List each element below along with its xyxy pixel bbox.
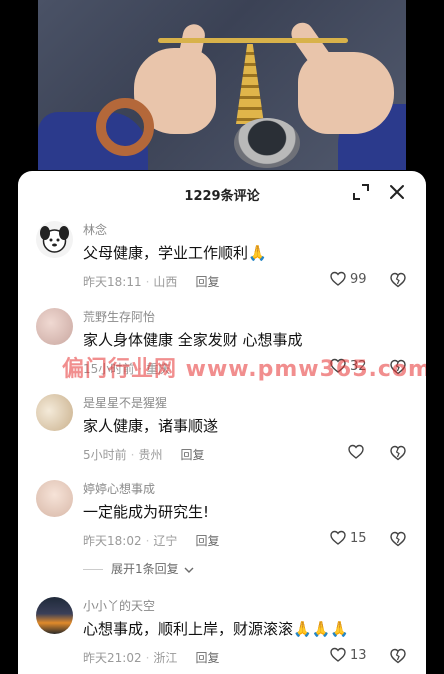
commenter-name[interactable]: 小小丫的天空 bbox=[83, 597, 155, 614]
pray-emoji-icon: 🙏🙏🙏 bbox=[293, 620, 350, 638]
avatar[interactable] bbox=[36, 308, 73, 345]
expand-icon[interactable] bbox=[352, 183, 370, 201]
chevron-down-icon bbox=[184, 567, 194, 573]
broken-heart-icon[interactable] bbox=[389, 530, 407, 548]
video-finger-right bbox=[287, 18, 335, 74]
comment-location: 浙江 bbox=[153, 651, 178, 665]
commenter-name[interactable]: 婷婷心想事成 bbox=[83, 480, 155, 497]
like-count: 15 bbox=[350, 531, 367, 546]
comment-text: 家人身体健康 全家发财 心想事成 bbox=[83, 329, 303, 350]
heart-icon bbox=[330, 647, 346, 662]
comment-time: 昨天18:11 bbox=[83, 275, 142, 289]
video-frame bbox=[38, 0, 406, 170]
comment-sheet-header: 1229条评论 bbox=[18, 171, 426, 215]
commenter-name[interactable]: 林念 bbox=[83, 221, 107, 238]
comment-location: 辽宁 bbox=[153, 534, 178, 548]
comment-time: 昨天21:02 bbox=[83, 651, 142, 665]
comment-text: 心想事成，顺利上岸，财源滚滚🙏🙏🙏 bbox=[83, 618, 349, 639]
like-button[interactable]: 15 bbox=[330, 530, 380, 548]
reply-button[interactable]: 回复 bbox=[195, 275, 219, 289]
heart-icon bbox=[330, 271, 346, 286]
video-bracelet bbox=[96, 98, 154, 156]
video-stick bbox=[158, 38, 348, 43]
reply-button[interactable]: 回复 bbox=[195, 651, 219, 665]
comment-meta: 5小时前 · 贵州 回复 bbox=[83, 448, 205, 462]
broken-heart-icon[interactable] bbox=[389, 444, 407, 462]
comment-text-body: 家人健康，诸事顺遂 bbox=[83, 417, 219, 435]
commenter-name[interactable]: 荒野生存阿怡 bbox=[83, 308, 155, 325]
comment-location: 山西 bbox=[153, 275, 178, 289]
broken-heart-icon[interactable] bbox=[389, 271, 407, 289]
commenter-name[interactable]: 是星星不是猩猩 bbox=[83, 394, 167, 411]
comment-text-body: 心想事成，顺利上岸，财源滚滚 bbox=[83, 620, 294, 638]
heart-icon bbox=[348, 444, 364, 459]
comment-sheet: 1229条评论 林念 父母健康，学业工作顺利🙏 昨天18:11·山西回复 bbox=[18, 171, 426, 674]
like-count: 13 bbox=[350, 648, 367, 663]
comment-text-body: 父母健康，学业工作顺利 bbox=[83, 244, 249, 262]
video-pagoda bbox=[236, 44, 264, 124]
comment-text: 父母健康，学业工作顺利🙏 bbox=[83, 242, 267, 263]
expand-replies-button[interactable]: 展开1条回复 bbox=[83, 560, 194, 577]
expand-replies-label: 展开1条回复 bbox=[111, 562, 179, 576]
video-bowl bbox=[234, 118, 300, 168]
video-player[interactable] bbox=[0, 0, 444, 185]
comment-meta: 昨天21:02 · 浙江 回复 bbox=[83, 651, 220, 665]
comment-time: 昨天18:02 bbox=[83, 534, 142, 548]
comment-text-body: 一定能成为研究生! bbox=[83, 503, 210, 521]
comment-text-body: 家人身体健康 全家发财 心想事成 bbox=[83, 331, 303, 349]
comment-location: 贵州 bbox=[138, 448, 163, 462]
reply-button[interactable]: 回复 bbox=[180, 448, 204, 462]
comment-time: 5小时前 bbox=[83, 448, 127, 462]
avatar[interactable] bbox=[36, 221, 73, 258]
like-count: 99 bbox=[350, 272, 367, 287]
avatar[interactable] bbox=[36, 480, 73, 517]
heart-icon bbox=[330, 530, 346, 545]
expand-replies-divider bbox=[83, 569, 103, 570]
comment-text: 一定能成为研究生! bbox=[83, 501, 209, 522]
comment-meta: 昨天18:02 · 辽宁 回复 bbox=[83, 534, 220, 548]
avatar[interactable] bbox=[36, 394, 73, 431]
close-icon[interactable] bbox=[388, 183, 406, 201]
comment-text: 家人健康，诸事顺遂 bbox=[83, 415, 218, 436]
comment-meta: 昨天18:11 · 山西 回复 bbox=[83, 275, 220, 289]
like-button[interactable]: 13 bbox=[330, 647, 380, 665]
like-button[interactable]: 99 bbox=[330, 271, 380, 289]
avatar[interactable] bbox=[36, 597, 73, 634]
pray-emoji-icon: 🙏 bbox=[248, 244, 267, 262]
broken-heart-icon[interactable] bbox=[389, 647, 407, 665]
reply-button[interactable]: 回复 bbox=[195, 534, 219, 548]
watermark: 偏门行业网 www.pmw365.com bbox=[62, 357, 426, 382]
